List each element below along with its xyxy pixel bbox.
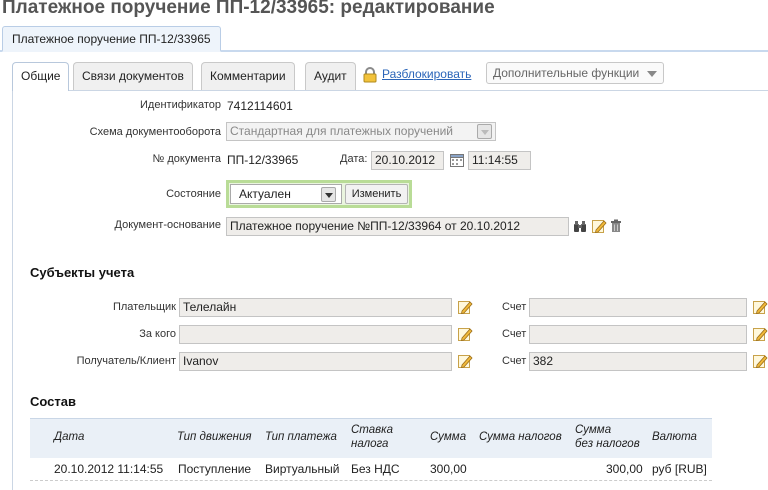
workflow-scheme-value: Стандартная для платежных поручений (230, 124, 453, 138)
row-divider (30, 480, 712, 481)
edit-icon[interactable] (457, 299, 473, 315)
column-header-date[interactable]: Дата (54, 431, 84, 444)
chevron-down-icon[interactable] (321, 187, 336, 202)
document-tab[interactable]: Платежное поручение ПП-12/33965 (2, 26, 221, 52)
column-header-tax-rate-line2: налога (351, 438, 389, 450)
workflow-scheme-select: Стандартная для платежных поручений (226, 122, 496, 141)
date-field[interactable]: 20.10.2012 (371, 151, 444, 170)
document-number-label: № документа (152, 153, 222, 165)
state-value: Актуален (239, 187, 291, 201)
account-label: Счет (502, 355, 527, 367)
on-behalf-account-field[interactable] (529, 325, 747, 344)
unlock-link[interactable]: Разблокировать (382, 67, 471, 81)
basis-document-label: Документ-основание (114, 219, 221, 231)
binoculars-icon[interactable] (573, 219, 587, 233)
more-functions-button[interactable]: Дополнительные функции (486, 62, 664, 84)
column-header-amount[interactable]: Сумма (430, 431, 466, 444)
column-header-currency[interactable]: Валюта (652, 431, 697, 444)
workflow-scheme-label: Схема документооборота (89, 126, 221, 138)
identifier-label: Идентификатор (140, 99, 221, 111)
column-header-net-line1[interactable]: Сумма (575, 424, 611, 437)
recipient-field[interactable]: Ivanov (179, 352, 452, 371)
identifier-value: 7412114601 (227, 99, 293, 113)
cell-net: 300,00 (606, 462, 643, 476)
subjects-section-title: Субъекты учета (30, 265, 135, 280)
cell-amount: 300,00 (430, 462, 467, 476)
edit-icon[interactable] (457, 326, 473, 342)
more-functions-label: Дополнительные функции (493, 66, 640, 80)
page-title: Платежное поручение ПП-12/33965: редакти… (2, 0, 495, 18)
column-header-payment-type[interactable]: Тип платежа (265, 431, 337, 444)
calendar-icon[interactable] (449, 152, 465, 168)
tab-general[interactable]: Общие (12, 62, 70, 91)
tab-comments[interactable]: Комментарии (201, 62, 295, 90)
account-label: Счет (502, 328, 527, 340)
edit-icon[interactable] (752, 299, 768, 315)
recipient-account-field[interactable]: 382 (529, 352, 747, 371)
on-behalf-label: За кого (139, 328, 176, 340)
cell-currency: руб [RUB] (652, 462, 707, 476)
recipient-label: Получатель/Клиент (76, 355, 176, 367)
column-header-tax-amount[interactable]: Сумма налогов (479, 431, 562, 444)
chevron-down-icon (647, 71, 657, 77)
on-behalf-field[interactable] (179, 325, 452, 344)
chevron-down-icon (477, 124, 492, 139)
payer-account-field[interactable] (529, 298, 747, 317)
edit-icon[interactable] (752, 326, 768, 342)
payer-label: Плательщик (112, 301, 176, 313)
basis-document-field[interactable]: Платежное поручение №ПП-12/33964 от 20.1… (226, 217, 569, 236)
cell-tax-rate: Без НДС (351, 462, 400, 476)
composition-section-title: Состав (30, 394, 76, 409)
cell-move-type: Поступление (178, 462, 252, 476)
lock-icon[interactable] (362, 67, 378, 83)
cell-payment-type: Виртуальный (265, 462, 340, 476)
column-header-net-line2: без налогов (575, 438, 640, 450)
trash-icon[interactable] (610, 219, 622, 233)
account-label: Счет (502, 301, 527, 313)
state-label: Состояние (166, 188, 221, 200)
tab-audit[interactable]: Аудит (305, 62, 356, 90)
edit-icon[interactable] (752, 353, 768, 369)
column-header-tax-rate-line1[interactable]: Ставка (351, 424, 393, 437)
change-state-button[interactable]: Изменить (345, 184, 408, 204)
tab-document-links[interactable]: Связи документов (73, 62, 193, 90)
edit-icon[interactable] (591, 218, 607, 234)
document-number-value: ПП-12/33965 (227, 153, 299, 167)
column-header-move-type[interactable]: Тип движения (177, 431, 252, 444)
date-label: Дата: (340, 153, 368, 165)
cell-date: 20.10.2012 11:14:55 (54, 462, 164, 476)
payer-field[interactable]: Телелайн (179, 298, 452, 317)
time-field[interactable]: 11:14:55 (468, 151, 531, 170)
edit-icon[interactable] (457, 353, 473, 369)
